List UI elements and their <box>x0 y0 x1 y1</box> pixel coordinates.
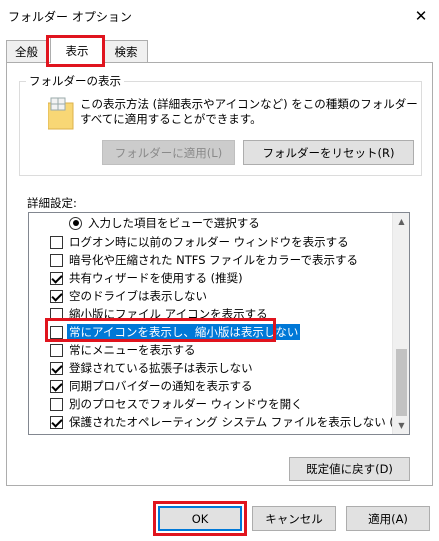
tab-general-label: 全般 <box>15 44 38 59</box>
scroll-down-arrow-icon[interactable]: ▼ <box>393 417 409 434</box>
list-item-always-show-menus[interactable]: 常にメニューを表示する <box>29 341 393 359</box>
checkbox[interactable] <box>50 379 63 393</box>
list-item-label: ログオン時に以前のフォルダー ウィンドウを表示する <box>69 235 349 249</box>
radio-button[interactable] <box>69 216 82 230</box>
list-item-label: 共有ウィザードを使用する (推奨) <box>69 271 243 285</box>
list-item-label: 空のドライブは表示しない <box>69 289 207 303</box>
scroll-up-arrow-icon[interactable]: ▲ <box>393 213 409 230</box>
apply-button[interactable]: 適用(A) <box>346 506 430 531</box>
cancel-button[interactable]: キャンセル <box>252 506 336 531</box>
list-item-hide-empty-drives[interactable]: 空のドライブは表示しない <box>29 287 393 305</box>
folder-view-group-title: フォルダーの表示 <box>26 73 124 89</box>
apply-label: 適用(A) <box>368 511 408 526</box>
tab-search-label: 検索 <box>114 44 138 59</box>
reset-folders-button[interactable]: フォルダーをリセット(R) <box>243 140 414 165</box>
ok-button[interactable]: OK <box>158 506 242 531</box>
vertical-scrollbar[interactable]: ▲ ▼ <box>392 213 409 434</box>
list-item-label: 保護されたオペレーティング システム ファイルを表示しない (推奨) <box>69 415 410 429</box>
close-button[interactable]: ✕ <box>403 0 439 31</box>
cancel-label: キャンセル <box>265 511 323 526</box>
list-item-sharing-wizard[interactable]: 共有ウィザードを使用する (推奨) <box>29 269 393 287</box>
checkbox[interactable] <box>50 415 63 429</box>
reset-folders-label: フォルダーをリセット(R) <box>262 145 395 160</box>
list-item-label: 常にメニューを表示する <box>69 343 196 357</box>
list-item-sync-notifications[interactable]: 同期プロバイダーの通知を表示する <box>29 377 393 395</box>
advanced-settings-label: 詳細設定: <box>27 196 77 210</box>
checkbox[interactable] <box>50 325 63 339</box>
checkbox[interactable] <box>50 397 63 411</box>
list-item-separate-process[interactable]: 別のプロセスでフォルダー ウィンドウを開く <box>29 395 393 413</box>
list-item-label: 登録されている拡張子は表示しない <box>69 361 253 375</box>
restore-defaults-button[interactable]: 既定値に戻す(D) <box>289 457 410 481</box>
title-bar: フォルダー オプション ✕ <box>0 0 439 31</box>
checkbox[interactable] <box>50 361 63 375</box>
checkbox[interactable] <box>50 271 63 285</box>
list-item-label: 縮小版にファイル アイコンを表示する <box>69 307 268 321</box>
checkbox[interactable] <box>50 307 63 321</box>
list-item-label: 別のプロセスでフォルダー ウィンドウを開く <box>69 397 303 411</box>
checkbox[interactable] <box>50 289 63 303</box>
list-item-select-typed-item[interactable]: 入力した項目をビューで選択する <box>29 214 393 232</box>
list-item-always-show-icons[interactable]: 常にアイコンを表示し、縮小版は表示しない <box>29 323 393 341</box>
checkbox[interactable] <box>50 343 63 357</box>
list-item-label: 常にアイコンを表示し、縮小版は表示しない <box>67 324 301 340</box>
list-item-hide-protected-files[interactable]: 保護されたオペレーティング システム ファイルを表示しない (推奨) <box>29 413 409 431</box>
tab-general[interactable]: 全般 <box>6 40 47 62</box>
tab-view[interactable]: 表示 <box>50 37 104 63</box>
checkbox[interactable] <box>50 253 63 267</box>
advanced-settings-list[interactable]: 入力した項目をビューで選択する ログオン時に以前のフォルダー ウィンドウを表示す… <box>28 212 410 435</box>
apply-to-folders-label: フォルダーに適用(L) <box>114 145 223 160</box>
list-item-label: 入力した項目をビューで選択する <box>88 216 260 230</box>
window-title: フォルダー オプション <box>8 10 132 24</box>
apply-to-folders-button[interactable]: フォルダーに適用(L) <box>102 140 235 165</box>
folder-icon <box>48 97 74 130</box>
close-icon: ✕ <box>414 6 428 25</box>
folder-view-description: この表示方法 (詳細表示やアイコンなど) をこの種類のフォルダーすべてに適用する… <box>80 97 418 126</box>
list-item-restore-windows[interactable]: ログオン時に以前のフォルダー ウィンドウを表示する <box>29 233 393 251</box>
list-item-color-ntfs[interactable]: 暗号化や圧縮された NTFS ファイルをカラーで表示する <box>29 251 393 269</box>
tab-search[interactable]: 検索 <box>104 40 148 62</box>
checkbox[interactable] <box>50 235 63 249</box>
list-item-thumbnail-icons[interactable]: 縮小版にファイル アイコンを表示する <box>29 305 393 323</box>
list-item-label: 同期プロバイダーの通知を表示する <box>69 379 253 393</box>
restore-defaults-label: 既定値に戻す(D) <box>306 462 393 476</box>
ok-label: OK <box>191 511 209 526</box>
list-item-hide-extensions[interactable]: 登録されている拡張子は表示しない <box>29 359 393 377</box>
tab-view-label: 表示 <box>65 43 89 58</box>
scroll-thumb[interactable] <box>396 349 407 416</box>
list-item-label: 暗号化や圧縮された NTFS ファイルをカラーで表示する <box>69 253 358 267</box>
